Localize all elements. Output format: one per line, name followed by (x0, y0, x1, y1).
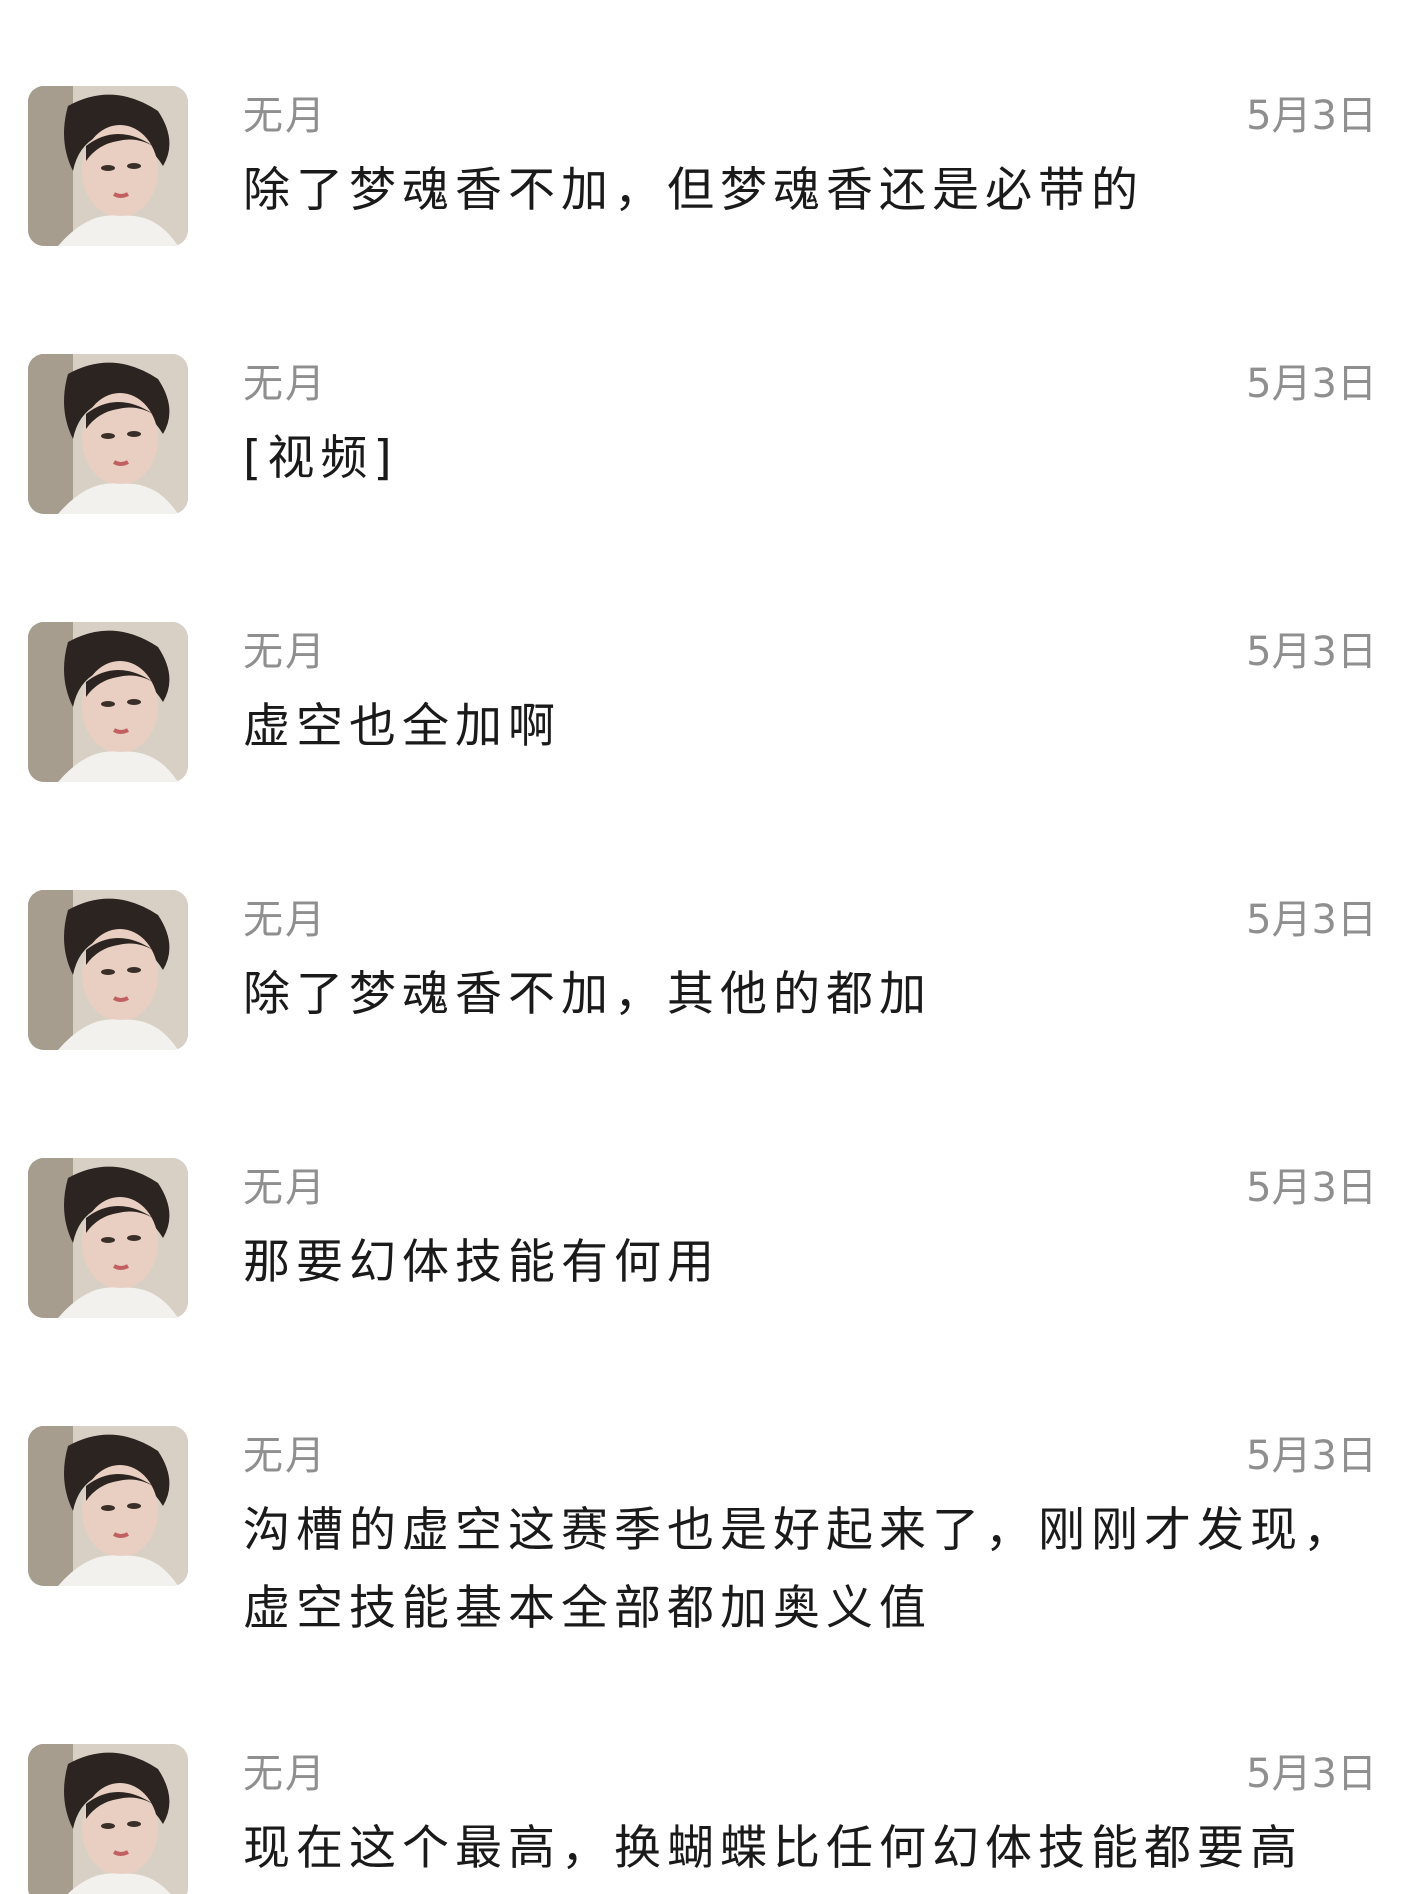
sender-name: 无月 (243, 897, 327, 943)
avatar[interactable] (28, 1158, 188, 1318)
message-time: 5月3日 (1246, 629, 1377, 675)
message-text: 现在这个最高，换蝴蝶比任何幻体技能都要高 (243, 1821, 1303, 1876)
message-text: 沟槽的虚空这赛季也是好起来了，刚刚才发现，虚空技能基本全部都加奥义值 (243, 1503, 1356, 1636)
sender-name: 无月 (243, 1165, 327, 1211)
avatar[interactable] (28, 354, 188, 514)
message-text: 除了梦魂香不加，但梦魂香还是必带的 (243, 163, 1144, 218)
message-time: 5月3日 (1246, 897, 1377, 943)
avatar-photo (28, 890, 188, 1050)
avatar[interactable] (28, 890, 188, 1050)
message-text: 虚空也全加啊 (243, 699, 561, 754)
avatar-photo (28, 622, 188, 782)
avatar-photo (28, 1158, 188, 1318)
avatar[interactable] (28, 86, 188, 246)
sender-name: 无月 (243, 361, 327, 407)
message-time: 5月3日 (1246, 1433, 1377, 1479)
avatar-photo (28, 1426, 188, 1586)
message-time: 5月3日 (1246, 361, 1377, 407)
avatar[interactable] (28, 1426, 188, 1586)
sender-name: 无月 (243, 629, 327, 675)
message-list: 无月 5月3日 除了梦魂香不加，但梦魂香还是必带的 无月 5月3日 [视频] 无… (0, 0, 1419, 1894)
sender-name: 无月 (243, 93, 327, 139)
avatar-photo (28, 354, 188, 514)
sender-name: 无月 (243, 1751, 327, 1797)
avatar-photo (28, 86, 188, 246)
avatar-photo (28, 1744, 188, 1894)
avatar[interactable] (28, 622, 188, 782)
message-text: 那要幻体技能有何用 (243, 1235, 720, 1290)
message-text: 除了梦魂香不加，其他的都加 (243, 967, 932, 1022)
avatar[interactable] (28, 1744, 188, 1894)
message-text: [视频] (243, 431, 398, 486)
sender-name: 无月 (243, 1433, 327, 1479)
message-time: 5月3日 (1246, 1751, 1377, 1797)
message-time: 5月3日 (1246, 1165, 1377, 1211)
message-time: 5月3日 (1246, 93, 1377, 139)
